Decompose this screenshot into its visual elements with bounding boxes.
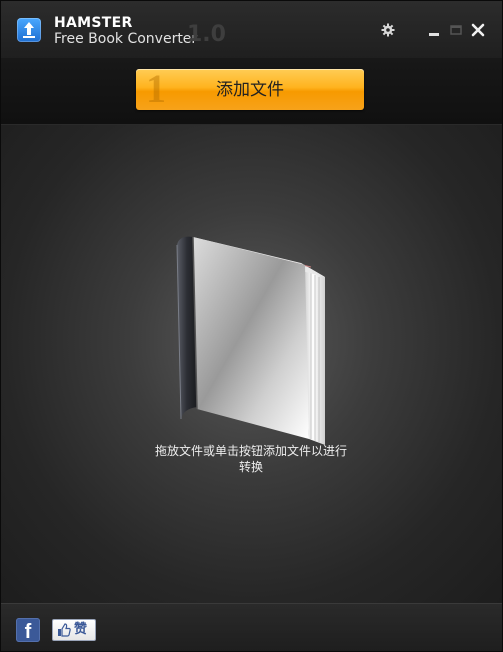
footer: f 赞 <box>1 603 502 651</box>
drop-hint: 拖放文件或单击按钮添加文件以进行 转换 <box>101 443 401 475</box>
app-version: 1.0 <box>187 22 226 47</box>
toolbar: 1 添加文件 <box>1 58 502 125</box>
hamster-logo-icon <box>17 18 41 42</box>
like-label: 赞 <box>74 622 88 637</box>
title-bar[interactable]: HAMSTER Free Book Converter 1.0 <box>1 1 502 58</box>
app-subtitle: Free Book Converter <box>54 31 198 47</box>
close-icon[interactable] <box>469 21 487 39</box>
facebook-letter: f <box>24 621 32 642</box>
drop-area[interactable]: 拖放文件或单击按钮添加文件以进行 转换 <box>1 125 502 603</box>
minimize-icon[interactable] <box>425 21 443 39</box>
drop-hint-line1: 拖放文件或单击按钮添加文件以进行 <box>154 444 347 458</box>
add-files-label: 添加文件 <box>216 80 284 100</box>
like-button[interactable]: 赞 <box>52 619 96 641</box>
add-files-button[interactable]: 1 添加文件 <box>136 69 364 110</box>
book-icon <box>176 236 325 445</box>
drop-hint-line2: 转换 <box>238 460 263 474</box>
facebook-icon[interactable]: f <box>16 618 40 642</box>
gear-icon[interactable] <box>379 21 397 39</box>
restore-icon[interactable] <box>447 21 465 39</box>
app-window: HAMSTER Free Book Converter 1.0 1 添加文件 拖… <box>0 0 503 652</box>
app-name: HAMSTER <box>54 15 133 31</box>
thumbs-up-icon <box>58 623 71 637</box>
